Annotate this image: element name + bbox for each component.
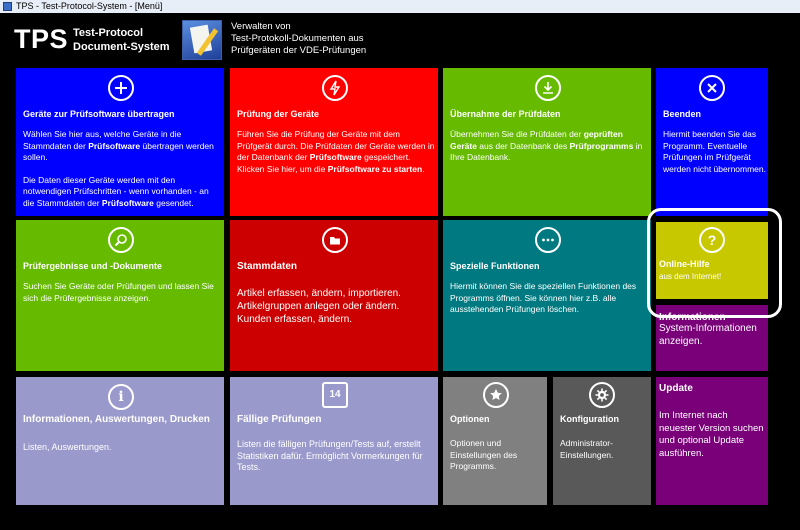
logo-subtitle-line-1: Test-Protocol	[73, 27, 144, 39]
calendar-icon: 14	[322, 382, 348, 408]
desc-bold: Prüfsoftware	[88, 140, 141, 151]
close-icon	[699, 75, 725, 101]
tile-description: Wählen Sie hier aus, welche Geräte in di…	[23, 129, 218, 209]
tile-description: Hiermit können Sie die speziellen Funkti…	[450, 281, 637, 314]
more-icon	[535, 227, 561, 253]
tile-geraete-uebertragen[interactable]: Geräte zur Prüfsoftware übertragen Wähle…	[16, 68, 224, 216]
logo-subtitle-line-2: Document-System	[73, 41, 170, 53]
desc-bold: Prüfsoftware	[309, 152, 362, 162]
desc-bold: Prüfsoftware zu starten	[327, 163, 423, 174]
app-header: TPS Test-Protocol Document-System Verwal…	[0, 13, 800, 65]
tile-title: Optionen	[450, 414, 490, 424]
tile-title: Prüfung der Geräte	[237, 109, 320, 119]
lightning-icon	[322, 75, 348, 101]
tile-title: Informationen, Auswertungen, Drucken	[23, 414, 210, 425]
tile-description: Artikel erfassen, ändern, importieren. A…	[237, 287, 437, 326]
plus-icon	[108, 75, 134, 101]
tile-pruefergebnisse[interactable]: Prüfergebnisse und -Dokumente Suchen Sie…	[16, 220, 224, 371]
desc-text: .	[422, 163, 425, 174]
tile-title: Fällige Prüfungen	[237, 414, 322, 425]
tile-description: Führen Sie die Prüfung der Geräte mit de…	[237, 129, 437, 175]
tile-konfiguration[interactable]: Konfiguration Administrator-Einstellunge…	[553, 377, 651, 505]
header-desc-line-3: Prüfgeräten der VDE-Prüfungen	[231, 45, 367, 56]
tile-stammdaten[interactable]: Stammdaten Artikel erfassen, ändern, imp…	[230, 220, 438, 371]
tile-title: Spezielle Funktionen	[450, 261, 540, 271]
tile-title: Prüfergebnisse und -Dokumente	[23, 261, 163, 271]
logo-subtitle: Test-Protocol Document-System	[73, 26, 170, 54]
app-window-icon	[3, 2, 12, 11]
desc-bold: Prüfprogramms	[569, 140, 634, 151]
tile-description: Hiermit beenden Sie das Programm. Eventu…	[663, 129, 767, 174]
folder-icon	[322, 227, 348, 253]
gear-icon	[589, 382, 615, 408]
tile-informationen-auswertungen[interactable]: i Informationen, Auswertungen, Drucken L…	[16, 377, 224, 505]
window-titlebar: TPS - Test-Protocol-System - [Menü]	[0, 0, 800, 13]
header-desc-line-1: Verwalten von	[231, 21, 291, 32]
header-desc-line-2: Test-Protokoll-Dokumenten aus	[231, 33, 364, 44]
tile-title: Übernahme der Prüfdaten	[450, 109, 561, 119]
info-icon: i	[108, 384, 134, 410]
tile-title: Beenden	[663, 109, 702, 119]
tile-informationen-title: Informationen	[659, 312, 726, 323]
header-description: Verwalten von Test-Protokoll-Dokumenten …	[231, 21, 366, 57]
tile-description: Administrator-Einstellungen.	[560, 438, 614, 460]
tile-description: System-Informationen anzeigen.	[659, 323, 757, 347]
tile-pruefung-geraete[interactable]: Prüfung der Geräte Führen Sie die Prüfun…	[230, 68, 438, 216]
star-icon	[483, 382, 509, 408]
desc-line: Kunden erfassen, ändern.	[237, 314, 353, 325]
desc-text: aus der Datenbank des	[476, 140, 570, 151]
tile-description: Optionen und Einstellungen des Programms…	[450, 438, 518, 471]
tile-title: Update	[659, 383, 693, 394]
tile-update[interactable]: Update Im Internet nach neuester Version…	[656, 377, 768, 505]
desc-text: gesendet.	[153, 197, 194, 208]
desc-bold: Prüfsoftware	[101, 197, 154, 208]
tile-description: Listen, Auswertungen.	[23, 442, 112, 452]
tile-beenden[interactable]: Beenden Hiermit beenden Sie das Programm…	[656, 68, 768, 216]
desc-text: Übernehmen Sie die Prüfdaten der	[450, 129, 584, 139]
tile-description: Listen die fälligen Prüfungen/Tests auf,…	[237, 439, 423, 472]
download-icon	[535, 75, 561, 101]
tile-uebernahme-pruefdaten[interactable]: Übernahme der Prüfdaten Übernehmen Sie d…	[443, 68, 651, 216]
highlight-ring	[647, 208, 782, 318]
tile-title: Geräte zur Prüfsoftware übertragen	[23, 109, 175, 119]
tile-faellige-pruefungen[interactable]: 14 Fällige Prüfungen Listen die fälligen…	[230, 377, 438, 505]
tile-spezielle-funktionen[interactable]: Spezielle Funktionen Hiermit können Sie …	[443, 220, 651, 371]
tile-description: Im Internet nach neuester Version suchen…	[659, 410, 764, 459]
tile-title: Stammdaten	[237, 261, 298, 272]
search-icon	[108, 227, 134, 253]
document-pen-icon	[182, 20, 222, 60]
calendar-day: 14	[329, 389, 341, 400]
window-title: TPS - Test-Protocol-System - [Menü]	[16, 1, 163, 11]
tile-optionen[interactable]: Optionen Optionen und Einstellungen des …	[443, 377, 547, 505]
tile-description: Suchen Sie Geräte oder Prüfungen und las…	[23, 281, 214, 303]
tile-title: Konfiguration	[560, 414, 619, 424]
tile-description: Übernehmen Sie die Prüfdaten der geprüft…	[450, 129, 650, 164]
logo-text: TPS	[14, 24, 69, 54]
desc-line: Artikel erfassen, ändern, importieren.	[237, 288, 401, 299]
desc-line: Artikelgruppen anlegen oder ändern.	[237, 301, 400, 312]
